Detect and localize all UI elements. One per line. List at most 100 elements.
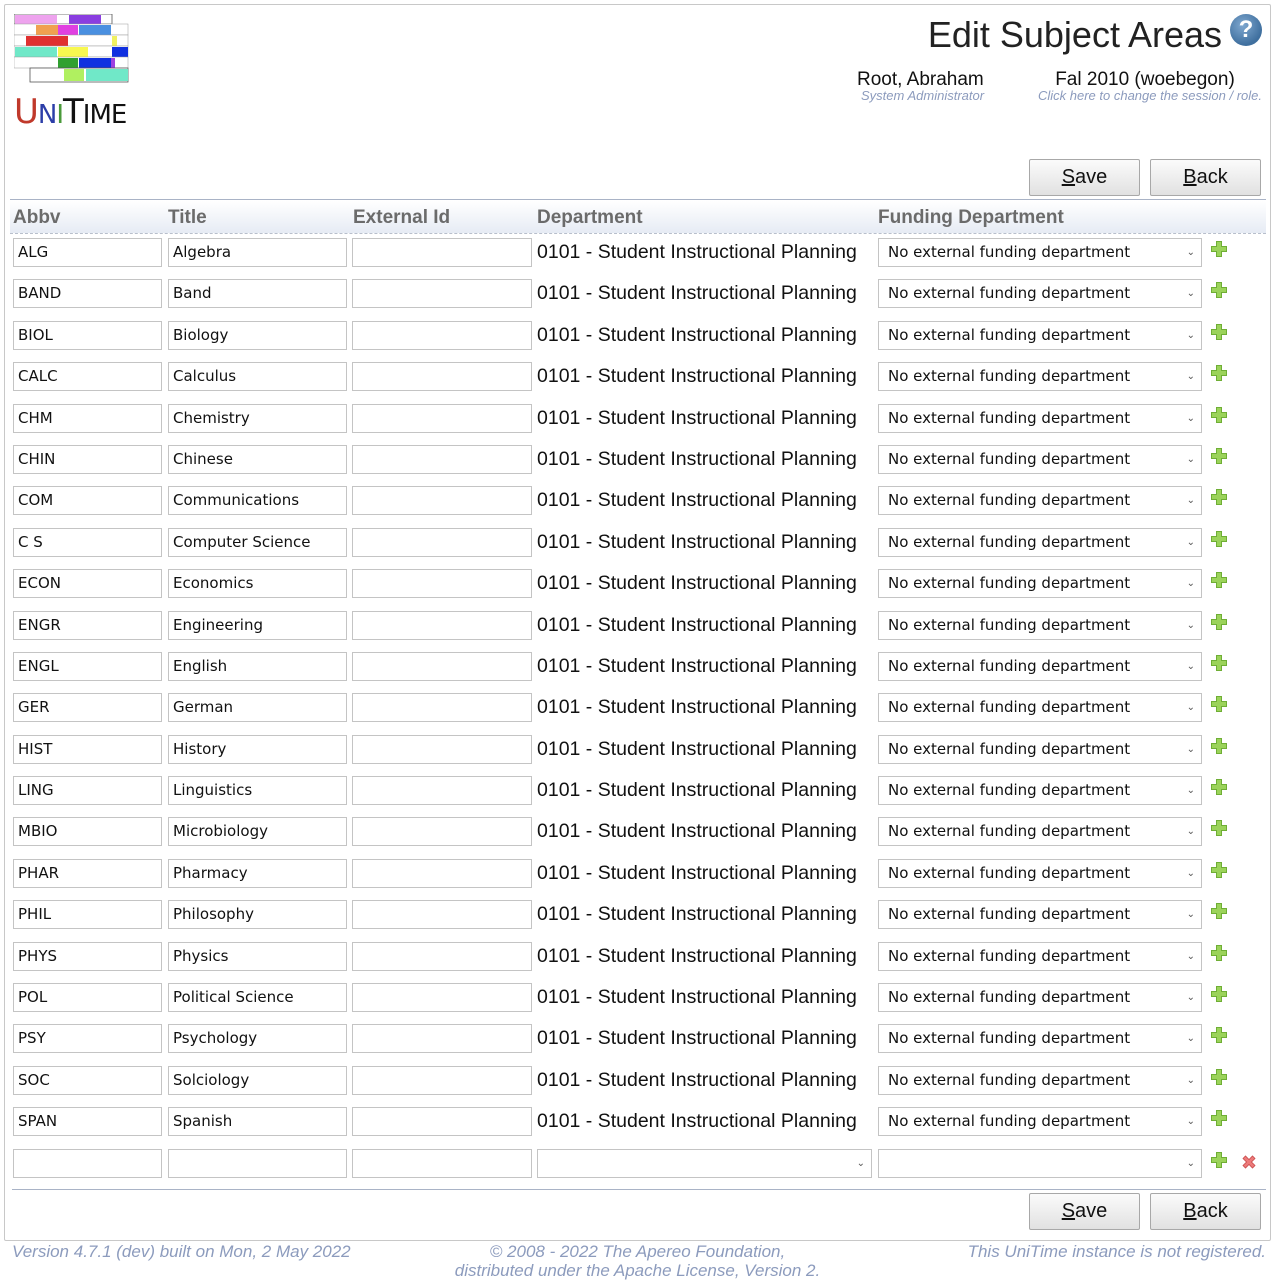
title-input[interactable]: Physics (168, 941, 347, 971)
add-row-icon[interactable] (1210, 1151, 1228, 1169)
title-input[interactable]: Spanish (168, 1107, 347, 1137)
title-input[interactable]: English (168, 651, 347, 681)
title-input[interactable]: Microbiology (168, 817, 347, 847)
abbv-input[interactable]: PHYS (13, 941, 162, 971)
abbv-input[interactable]: BAND (13, 279, 162, 309)
abbv-input[interactable]: ALG (13, 238, 162, 267)
external-id-input[interactable] (352, 444, 532, 474)
back-button-bottom[interactable]: Back (1150, 1193, 1261, 1230)
add-row-icon[interactable] (1210, 778, 1228, 796)
external-id-input[interactable] (352, 279, 532, 309)
funding-department-select[interactable]: No external funding department ⌄ (878, 1065, 1202, 1095)
add-row-icon[interactable] (1210, 281, 1228, 299)
add-row-icon[interactable] (1210, 695, 1228, 713)
funding-department-select[interactable]: No external funding department ⌄ (878, 734, 1202, 764)
funding-department-select[interactable]: No external funding department ⌄ (878, 279, 1202, 309)
external-id-input[interactable] (352, 610, 532, 640)
funding-department-select[interactable]: No external funding department ⌄ (878, 569, 1202, 599)
help-question-icon[interactable]: ? (1230, 14, 1262, 46)
funding-department-select[interactable]: No external funding department ⌄ (878, 1107, 1202, 1137)
funding-department-select[interactable]: No external funding department ⌄ (878, 527, 1202, 557)
add-row-icon[interactable] (1210, 902, 1228, 920)
abbv-input[interactable]: SOC (13, 1065, 162, 1095)
abbv-input[interactable]: ENGR (13, 610, 162, 640)
external-id-input[interactable] (352, 486, 532, 516)
external-id-input[interactable] (352, 776, 532, 806)
new-funding-department-select[interactable]: ⌄ (878, 1148, 1202, 1178)
title-input[interactable]: Engineering (168, 610, 347, 640)
external-id-input[interactable] (352, 651, 532, 681)
add-row-icon[interactable] (1210, 1026, 1228, 1044)
new-abbv-input[interactable] (13, 1148, 162, 1178)
title-input[interactable]: Pharmacy (168, 858, 347, 888)
abbv-input[interactable]: MBIO (13, 817, 162, 847)
save-button-bottom[interactable]: Save (1029, 1193, 1140, 1230)
title-input[interactable]: Political Science (168, 983, 347, 1013)
funding-department-select[interactable]: No external funding department ⌄ (878, 610, 1202, 640)
abbv-input[interactable]: LING (13, 776, 162, 806)
title-input[interactable]: Philosophy (168, 900, 347, 930)
funding-department-select[interactable]: No external funding department ⌄ (878, 817, 1202, 847)
title-input[interactable]: Economics (168, 569, 347, 599)
add-row-icon[interactable] (1210, 613, 1228, 631)
funding-department-select[interactable]: No external funding department ⌄ (878, 362, 1202, 392)
funding-department-select[interactable]: No external funding department ⌄ (878, 983, 1202, 1013)
title-input[interactable]: Solciology (168, 1065, 347, 1095)
external-id-input[interactable] (352, 320, 532, 350)
external-id-input[interactable] (352, 569, 532, 599)
add-row-icon[interactable] (1210, 654, 1228, 672)
abbv-input[interactable]: COM (13, 486, 162, 516)
title-input[interactable]: Linguistics (168, 776, 347, 806)
funding-department-select[interactable]: No external funding department ⌄ (878, 444, 1202, 474)
title-input[interactable]: German (168, 693, 347, 723)
add-row-icon[interactable] (1210, 985, 1228, 1003)
unitime-logo[interactable]: UNITIME (14, 14, 132, 132)
funding-department-select[interactable]: No external funding department ⌄ (878, 403, 1202, 433)
add-row-icon[interactable] (1210, 861, 1228, 879)
title-input[interactable]: Band (168, 279, 347, 309)
save-button-top[interactable]: Save (1029, 159, 1140, 196)
external-id-input[interactable] (352, 527, 532, 557)
external-id-input[interactable] (352, 1107, 532, 1137)
funding-department-select[interactable]: No external funding department ⌄ (878, 693, 1202, 723)
copyright-line-2[interactable]: distributed under the Apache License, Ve… (440, 1261, 835, 1280)
external-id-input[interactable] (352, 238, 532, 267)
title-input[interactable]: Communications (168, 486, 347, 516)
external-id-input[interactable] (352, 693, 532, 723)
abbv-input[interactable]: C S (13, 527, 162, 557)
add-row-icon[interactable] (1210, 530, 1228, 548)
abbv-input[interactable]: CHIN (13, 444, 162, 474)
add-row-icon[interactable] (1210, 944, 1228, 962)
title-input[interactable]: Calculus (168, 362, 347, 392)
add-row-icon[interactable] (1210, 1109, 1228, 1127)
abbv-input[interactable]: PSY (13, 1024, 162, 1054)
abbv-input[interactable]: CALC (13, 362, 162, 392)
external-id-input[interactable] (352, 1024, 532, 1054)
abbv-input[interactable]: GER (13, 693, 162, 723)
external-id-input[interactable] (352, 858, 532, 888)
abbv-input[interactable]: PHAR (13, 858, 162, 888)
funding-department-select[interactable]: No external funding department ⌄ (878, 1024, 1202, 1054)
add-row-icon[interactable] (1210, 571, 1228, 589)
add-row-icon[interactable] (1210, 447, 1228, 465)
delete-row-icon[interactable] (1240, 1153, 1258, 1171)
abbv-input[interactable]: ENGL (13, 651, 162, 681)
title-input[interactable]: Biology (168, 320, 347, 350)
registration-status[interactable]: This UniTime instance is not registered. (968, 1242, 1266, 1262)
session-selector[interactable]: Fal 2010 (woebegon) Click here to change… (1030, 69, 1270, 103)
add-row-icon[interactable] (1210, 240, 1228, 258)
funding-department-select[interactable]: No external funding department ⌄ (878, 776, 1202, 806)
abbv-input[interactable]: BIOL (13, 320, 162, 350)
funding-department-select[interactable]: No external funding department ⌄ (878, 238, 1202, 267)
external-id-input[interactable] (352, 1065, 532, 1095)
title-input[interactable]: Algebra (168, 238, 347, 267)
copyright-line-1[interactable]: © 2008 - 2022 The Apereo Foundation, (440, 1242, 835, 1261)
new-external-id-input[interactable] (352, 1148, 532, 1178)
funding-department-select[interactable]: No external funding department ⌄ (878, 320, 1202, 350)
abbv-input[interactable]: POL (13, 983, 162, 1013)
new-title-input[interactable] (168, 1148, 347, 1178)
add-row-icon[interactable] (1210, 323, 1228, 341)
external-id-input[interactable] (352, 941, 532, 971)
funding-department-select[interactable]: No external funding department ⌄ (878, 486, 1202, 516)
abbv-input[interactable]: HIST (13, 734, 162, 764)
